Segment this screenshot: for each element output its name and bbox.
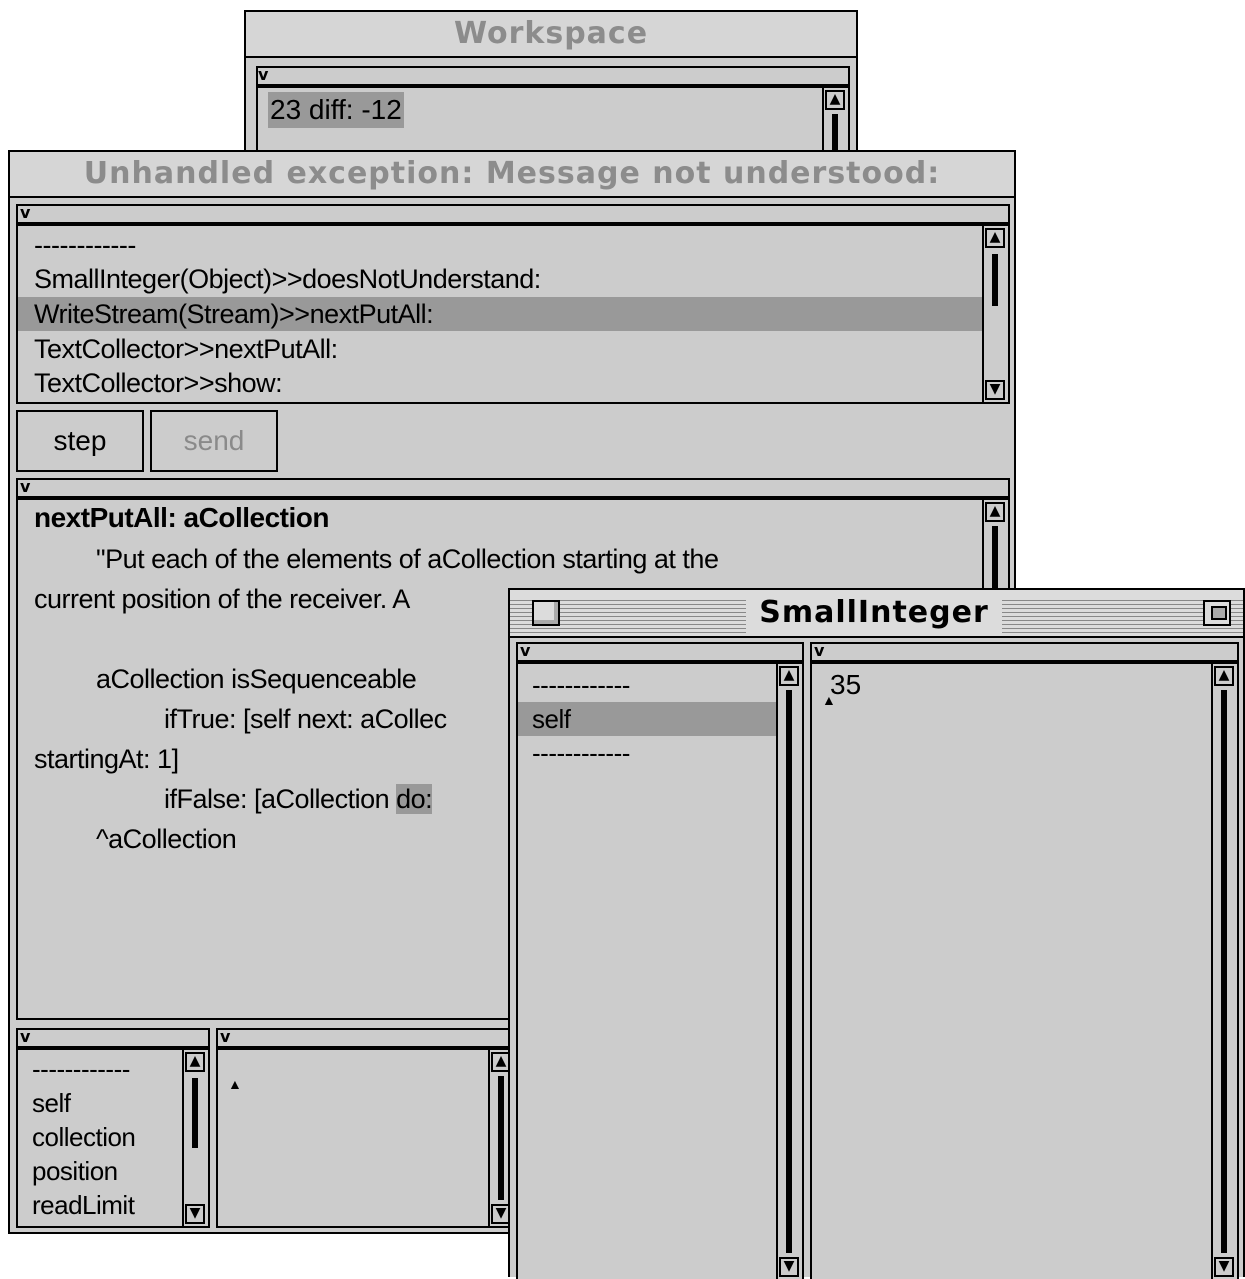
code-line[interactable]: current position of the receiver. A — [34, 584, 410, 615]
inspector-value-menu-bar[interactable]: v — [810, 642, 1239, 662]
stack-menu-bar[interactable]: v — [16, 204, 1010, 224]
code-text: ifFalse: [aCollection — [164, 784, 397, 814]
var-item[interactable]: readLimit — [18, 1188, 182, 1222]
scroll-up-arrow-icon[interactable]: ▲ — [985, 502, 1005, 522]
scroll-track[interactable] — [498, 1076, 504, 1200]
workspace-text[interactable]: 23 diff: -12 — [268, 92, 404, 128]
code-line[interactable]: "Put each of the elements of aCollection… — [96, 544, 719, 575]
code-menu-bar[interactable]: v — [16, 478, 1010, 498]
debugger-title-bar[interactable]: Unhandled exception: Message not underst… — [10, 152, 1014, 198]
chevron-down-icon[interactable]: v — [20, 1029, 30, 1045]
workspace-title: Workspace — [453, 16, 649, 51]
scroll-up-arrow-icon[interactable]: ▲ — [985, 228, 1005, 248]
code-line[interactable]: aCollection isSequenceable — [96, 664, 417, 695]
zoom-box-inner — [1211, 606, 1227, 620]
field-item-selected[interactable]: self — [518, 702, 776, 736]
chevron-down-icon[interactable]: v — [258, 67, 268, 83]
stack-frame[interactable]: ------------ — [18, 228, 982, 262]
scroll-down-arrow-icon[interactable]: ▼ — [185, 1204, 205, 1224]
scroll-up-arrow-icon[interactable]: ▲ — [825, 90, 845, 110]
scroll-down-arrow-icon[interactable]: ▼ — [1214, 1257, 1234, 1277]
var-item[interactable]: position — [18, 1154, 182, 1188]
vars-menu-bar[interactable]: v — [16, 1028, 210, 1048]
chevron-down-icon[interactable]: v — [814, 643, 824, 659]
var-item[interactable]: collection — [18, 1120, 182, 1154]
scroll-up-arrow-icon[interactable]: ▲ — [779, 666, 799, 686]
stack-scrollbar[interactable]: ▲ ▼ — [982, 226, 1008, 402]
scroll-up-arrow-icon[interactable]: ▲ — [185, 1052, 205, 1072]
scroll-thumb[interactable] — [992, 254, 998, 306]
scroll-up-arrow-icon[interactable]: ▲ — [1214, 666, 1234, 686]
vars-list-pane[interactable]: ------------ self collection position re… — [16, 1048, 210, 1228]
zoom-box-icon[interactable] — [1203, 600, 1231, 626]
chevron-down-icon[interactable]: v — [20, 205, 30, 221]
stack-frame[interactable]: TextCollector>>nextPutAll: — [18, 332, 982, 366]
value-text-pane[interactable]: ▲ ▲ ▼ — [216, 1048, 516, 1228]
scroll-down-arrow-icon[interactable]: ▼ — [985, 380, 1005, 400]
inspector-title-bar[interactable]: SmallInteger — [510, 590, 1243, 638]
inspector-title-text: SmallInteger — [759, 595, 989, 630]
text-caret-icon: ▲ — [822, 692, 836, 708]
field-item[interactable]: ------------ — [518, 736, 776, 770]
scroll-thumb[interactable] — [192, 1078, 198, 1148]
fields-scrollbar[interactable]: ▲ ▼ — [776, 664, 802, 1279]
field-item[interactable]: ------------ — [518, 668, 776, 702]
stack-frame-selected[interactable]: WriteStream(Stream)>>nextPutAll: — [18, 297, 982, 331]
text-caret-icon: ▲ — [228, 1076, 242, 1092]
stack-list-pane[interactable]: ------------ SmallInteger(Object)>>doesN… — [16, 224, 1010, 404]
var-item[interactable]: self — [18, 1086, 182, 1120]
scroll-down-arrow-icon[interactable]: ▼ — [779, 1257, 799, 1277]
step-button[interactable]: step — [16, 410, 144, 472]
close-box-icon[interactable] — [532, 600, 560, 626]
stack-frame[interactable]: TextCollector>>show: — [18, 366, 982, 400]
value-menu-bar[interactable]: v — [216, 1028, 516, 1048]
chevron-down-icon[interactable]: v — [520, 643, 530, 659]
inspector-window: SmallInteger v ------------ self -------… — [508, 588, 1245, 1279]
debugger-title: Unhandled exception: Message not underst… — [83, 156, 941, 191]
stack-frame[interactable]: SmallInteger(Object)>>doesNotUnderstand: — [18, 262, 982, 296]
code-line[interactable]: ifFalse: [aCollection do: — [164, 784, 433, 815]
code-line[interactable]: startingAt: 1] — [34, 744, 179, 775]
fields-list-pane[interactable]: ------------ self ------------ ▲ ▼ — [516, 662, 804, 1279]
code-line[interactable]: ifTrue: [self next: aCollec — [164, 704, 447, 735]
vars-scrollbar[interactable]: ▲ ▼ — [182, 1050, 208, 1226]
code-selection[interactable]: do: — [396, 784, 433, 814]
workspace-title-bar[interactable]: Workspace — [246, 12, 856, 58]
inspector-title: SmallInteger — [746, 590, 1002, 636]
inspector-value-scrollbar[interactable]: ▲ ▼ — [1211, 664, 1237, 1279]
send-button[interactable]: send — [150, 410, 278, 472]
workspace-menu-bar[interactable]: v — [256, 66, 850, 86]
var-item[interactable]: ------------ — [18, 1052, 182, 1086]
chevron-down-icon[interactable]: v — [220, 1029, 230, 1045]
method-header[interactable]: nextPutAll: aCollection — [34, 502, 329, 534]
chevron-down-icon[interactable]: v — [20, 479, 30, 495]
code-line[interactable]: ^aCollection — [96, 824, 237, 855]
fields-menu-bar[interactable]: v — [516, 642, 804, 662]
inspector-value-pane[interactable]: 35 ▲ ▲ ▼ — [810, 662, 1239, 1279]
scroll-track[interactable] — [1221, 690, 1227, 1253]
workspace-window: Workspace v 23 diff: -12 ▲ — [244, 10, 858, 176]
scroll-track[interactable] — [786, 690, 792, 1253]
